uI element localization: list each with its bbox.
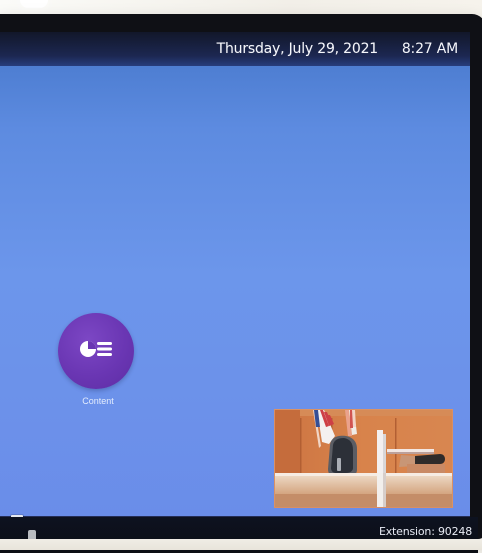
content-button[interactable] — [58, 313, 134, 389]
ceiling-light — [20, 0, 48, 8]
content-label: Content — [82, 396, 114, 406]
date-display: Thursday, July 29, 2021 — [216, 41, 379, 57]
monitor-frame: Thursday, July 29, 2021 8:27 AM Content — [0, 14, 482, 553]
content-share-icon — [80, 341, 112, 357]
extension-label: Extension: 90248 — [379, 525, 472, 538]
status-bar: Thursday, July 29, 2021 8:27 AM — [0, 32, 470, 66]
screen: Thursday, July 29, 2021 8:27 AM Content — [0, 32, 470, 517]
camera-preview[interactable] — [274, 409, 453, 508]
courtroom-scene — [275, 410, 452, 507]
time-display: 8:27 AM — [401, 41, 458, 57]
wall-bottom — [0, 539, 482, 550]
content-launcher[interactable]: Content — [54, 313, 142, 417]
